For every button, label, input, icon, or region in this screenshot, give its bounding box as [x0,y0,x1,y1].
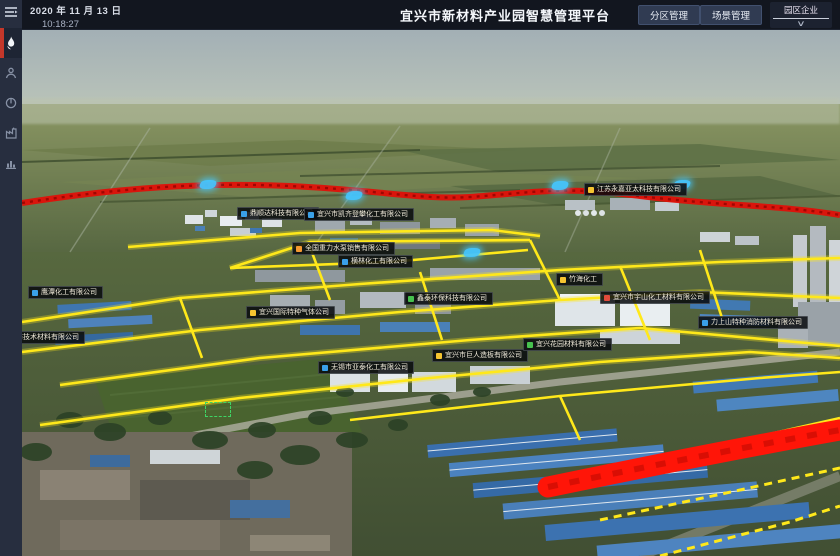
company-label-text: 宜兴市凯齐登攀化工有限公司 [317,211,408,218]
sidebar-item-fire-monitor[interactable] [0,28,22,58]
park-enterprise-dropdown[interactable]: 园区企业 ∨ [770,2,832,28]
date-text: 2020 年 11 月 13 日 [30,3,121,17]
app-window: 鼎顺达科技有限公司宜兴市凯齐登攀化工有限公司江苏永嘉亚太科技有限公司全国重力水泵… [0,0,840,556]
company-label[interactable]: 鹰潭化工有限公司 [28,286,103,299]
company-label-text: 宜兴市宇山化工材料有限公司 [613,294,704,301]
bar-chart-icon [5,158,17,169]
company-marker-icon [588,187,594,193]
company-label-text: 鑫泰环保科技有限公司 [417,295,487,302]
flame-icon [5,36,17,50]
company-label[interactable]: 宜兴国际特种气体公司 [246,306,335,319]
company-label[interactable]: 宜兴市宇山化工材料有限公司 [600,291,710,304]
company-label[interactable]: 竹海化工 [556,273,603,286]
company-label-text: 宜兴市巨人造板有限公司 [445,352,522,359]
company-label[interactable]: 无锡市亚泰化工有限公司 [318,361,414,374]
company-label[interactable]: 鑫泰环保科技有限公司 [404,292,493,305]
company-label-text: 力上山特种消防材料有限公司 [711,319,802,326]
company-label-text: 鹰潭化工有限公司 [41,289,97,296]
company-marker-icon [702,320,708,326]
sidebar-item-enterprise[interactable] [0,118,22,148]
company-label-text: 宜兴国际特种气体公司 [259,309,329,316]
company-label[interactable]: 江苏永嘉亚太科技有限公司 [584,183,687,196]
sidebar [0,0,22,556]
company-label[interactable]: 宜兴花园材料有限公司 [523,338,612,351]
company-marker-icon [308,212,314,218]
company-marker-icon [527,342,533,348]
company-label-text: 宜兴花园材料有限公司 [536,341,606,348]
time-text: 10:18:27 [42,19,121,30]
company-marker-icon [604,295,610,301]
company-marker-icon [436,353,442,359]
sidebar-item-personnel[interactable] [0,58,22,88]
chevron-down-icon: ∨ [796,20,805,28]
company-label[interactable]: 力上山特种消防材料有限公司 [698,316,808,329]
company-label-text: 全国重力水泵销售有限公司 [305,245,389,252]
power-icon [5,97,17,109]
company-marker-icon [560,277,566,283]
sidebar-item-menu[interactable] [0,0,22,24]
factory-icon [5,127,18,139]
datetime-block: 2020 年 11 月 13 日 10:18:27 [30,3,121,30]
zone-management-button[interactable]: 分区管理 [638,5,700,25]
company-marker-icon [322,365,328,371]
company-marker-icon [32,290,38,296]
company-marker-icon [342,259,348,265]
map-3d-view[interactable] [0,0,840,556]
company-label[interactable]: 宜兴市凯齐登攀化工有限公司 [304,208,414,221]
company-marker-icon [250,310,256,316]
dropdown-label: 园区企业 [784,4,818,16]
company-label-text: 无锡市亚泰化工有限公司 [331,364,408,371]
company-label[interactable]: 横林化工有限公司 [338,255,413,268]
company-label-text: 江苏永嘉亚太科技有限公司 [597,186,681,193]
selection-box [205,402,231,417]
sidebar-item-power[interactable] [0,88,22,118]
sidebar-item-statistics[interactable] [0,148,22,178]
scene-management-button[interactable]: 场景管理 [700,5,762,25]
company-label[interactable]: 宜兴市巨人造板有限公司 [432,349,528,362]
page-title: 宜兴市新材料产业园智慧管理平台 [400,5,610,24]
company-label-text: 横林化工有限公司 [351,258,407,265]
company-marker-icon [296,246,302,252]
company-marker-icon [241,211,247,217]
company-label[interactable]: 全国重力水泵销售有限公司 [292,242,395,255]
top-header: 2020 年 11 月 13 日 10:18:27 宜兴市新材料产业园智慧管理平… [0,0,840,30]
company-label-text: 竹海化工 [569,276,597,283]
hamburger-icon [4,6,18,18]
company-marker-icon [408,296,414,302]
person-icon [5,67,17,79]
